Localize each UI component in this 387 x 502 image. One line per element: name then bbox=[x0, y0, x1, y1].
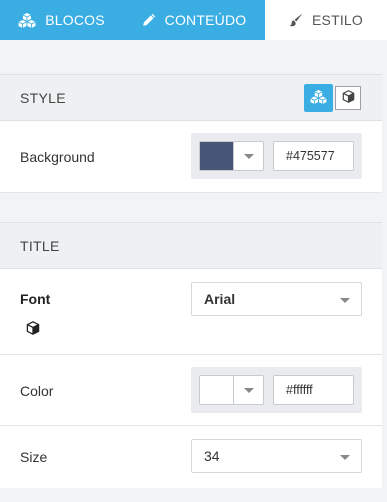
title-color-row: Color bbox=[0, 355, 382, 426]
section-header-style: STYLE bbox=[0, 74, 382, 121]
chevron-down-icon bbox=[234, 142, 263, 170]
tab-conteudo[interactable]: CONTEÚDO bbox=[123, 0, 265, 40]
background-hex-input[interactable] bbox=[273, 141, 354, 171]
background-color-swatch bbox=[200, 142, 234, 170]
size-row: Size 34 bbox=[0, 426, 382, 488]
tab-bar: BLOCOS CONTEÚDO ESTILO bbox=[0, 0, 387, 40]
size-select-value: 34 bbox=[204, 448, 220, 464]
tab-estilo[interactable]: ESTILO bbox=[265, 0, 387, 40]
font-select[interactable]: Arial bbox=[191, 282, 362, 316]
font-label: Font bbox=[20, 291, 51, 307]
background-color-group bbox=[191, 133, 362, 179]
tab-conteudo-label: CONTEÚDO bbox=[164, 12, 247, 28]
cubes-icon bbox=[18, 12, 36, 28]
paintbrush-icon bbox=[289, 13, 303, 27]
tab-blocos-label: BLOCOS bbox=[45, 12, 105, 28]
section-title-title: TITLE bbox=[20, 237, 60, 254]
tab-blocos[interactable]: BLOCOS bbox=[0, 0, 123, 40]
chevron-down-icon bbox=[340, 455, 350, 460]
background-row: Background bbox=[0, 121, 382, 193]
cubes-mode-button[interactable] bbox=[304, 84, 333, 112]
pencil-icon bbox=[142, 13, 156, 27]
tab-estilo-label: ESTILO bbox=[312, 12, 363, 28]
background-label: Background bbox=[20, 149, 95, 165]
font-select-value: Arial bbox=[204, 291, 236, 307]
title-color-label: Color bbox=[20, 383, 54, 399]
chevron-down-icon bbox=[234, 376, 263, 404]
size-select[interactable]: 34 bbox=[191, 439, 362, 473]
title-color-swatch bbox=[200, 376, 234, 404]
size-label: Size bbox=[20, 449, 48, 465]
chevron-down-icon bbox=[340, 298, 350, 303]
cube-mode-button[interactable] bbox=[335, 86, 361, 110]
background-color-picker[interactable] bbox=[199, 141, 264, 171]
cubes-icon bbox=[310, 89, 327, 107]
font-row: Font Arial bbox=[0, 269, 382, 355]
title-color-group bbox=[191, 367, 362, 413]
style-section: STYLE Background #475577 bbox=[0, 74, 382, 193]
section-title-style: STYLE bbox=[20, 89, 66, 106]
style-mode-toggle bbox=[304, 84, 362, 112]
cube-icon[interactable] bbox=[26, 321, 40, 340]
title-hex-input[interactable] bbox=[273, 375, 354, 405]
section-header-title: TITLE bbox=[0, 222, 382, 269]
title-color-picker[interactable] bbox=[199, 375, 264, 405]
cube-icon bbox=[342, 90, 355, 106]
title-section: TITLE Font Arial Color Size 34 bbox=[0, 222, 382, 488]
